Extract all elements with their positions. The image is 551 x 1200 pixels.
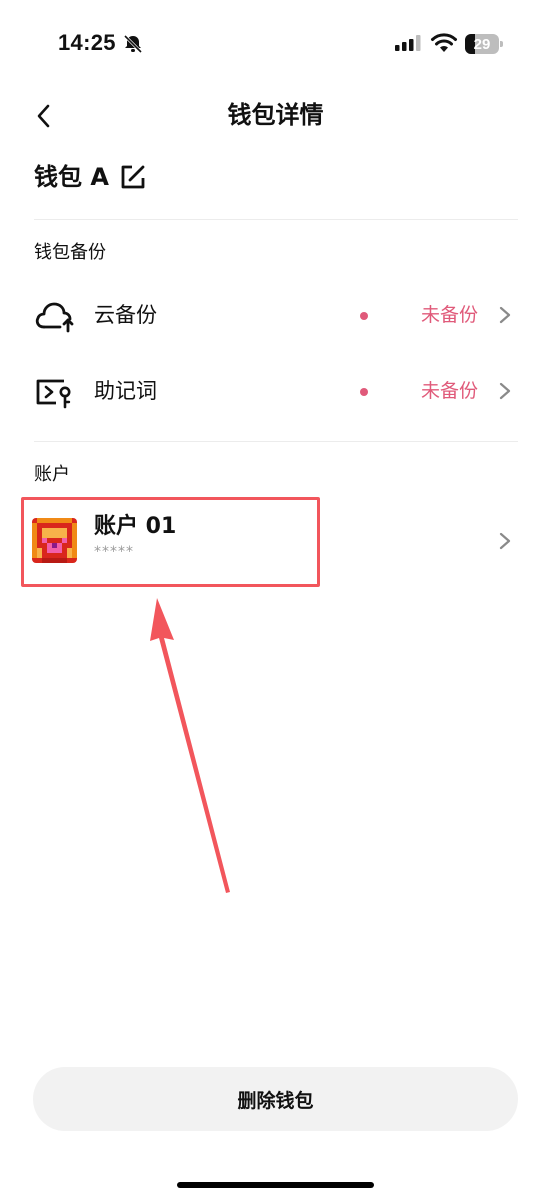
status-bar: 14:25 29 (0, 0, 551, 90)
account-name: 账户 01 (94, 514, 177, 539)
divider (34, 219, 518, 220)
cellular-signal-icon (395, 35, 421, 51)
delete-wallet-button[interactable]: 删除钱包 (33, 1067, 518, 1131)
status-dot (360, 388, 368, 396)
cloud-upload-icon (35, 302, 74, 333)
mnemonic-key-icon (36, 379, 71, 409)
chevron-right-icon (499, 306, 511, 324)
chevron-right-icon (499, 382, 511, 400)
mnemonic-status: 未备份 (420, 380, 478, 402)
cloud-backup-row[interactable]: 云备份 未备份 (26, 285, 526, 345)
edit-wallet-name-button[interactable] (118, 162, 148, 192)
mnemonic-backup-row[interactable]: 助记词 未备份 (26, 361, 526, 421)
account-section-title: 账户 (34, 464, 70, 485)
status-time: 14:25 (58, 30, 116, 55)
status-dot (360, 312, 368, 320)
annotation-arrow (150, 598, 230, 893)
cloud-backup-status: 未备份 (420, 304, 478, 326)
account-balance-masked: ***** (94, 544, 134, 560)
page-title: 钱包详情 (227, 101, 324, 129)
bell-slash-icon (123, 34, 143, 54)
edit-icon (121, 165, 145, 189)
cloud-backup-label: 云备份 (94, 303, 157, 327)
battery-level: 29 (473, 35, 491, 53)
battery-icon: 29 (465, 34, 503, 54)
wifi-icon (431, 33, 457, 52)
mnemonic-label: 助记词 (94, 379, 157, 403)
home-indicator (177, 1182, 374, 1188)
wallet-name: 钱包 A (34, 163, 109, 191)
chevron-right-icon[interactable] (498, 530, 512, 552)
backup-section-title: 钱包备份 (34, 242, 106, 263)
pixel-avatar-icon (32, 518, 77, 563)
divider (34, 441, 518, 442)
